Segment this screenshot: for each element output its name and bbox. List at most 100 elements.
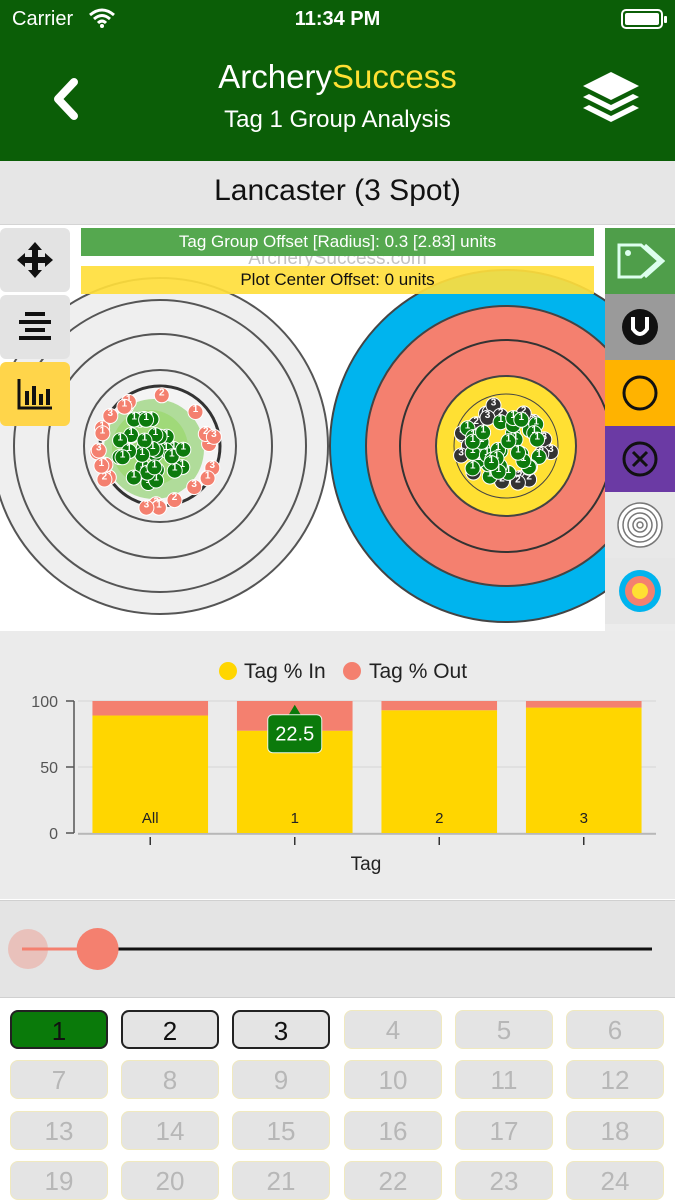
svg-text:1: 1 (534, 432, 540, 443)
svg-text:3: 3 (458, 448, 464, 459)
svg-text:1: 1 (152, 459, 158, 470)
tag-button-9[interactable]: 9 (232, 1060, 330, 1099)
tag-button-13[interactable]: 13 (10, 1111, 108, 1150)
move-icon (17, 242, 53, 278)
slider-track[interactable] (0, 901, 675, 999)
svg-text:3: 3 (96, 443, 102, 454)
app-title: ArcherySuccess (0, 58, 675, 96)
x-circle-icon (622, 441, 658, 477)
slider-thumb[interactable] (76, 928, 119, 970)
x-axis-title: Tag (351, 854, 382, 875)
arrow-marker: 2 (166, 492, 183, 509)
tag-button-4[interactable]: 4 (344, 1010, 442, 1049)
navigation-bar: ArcherySuccess Tag 1 Group Analysis (0, 38, 675, 161)
color-target-icon (619, 570, 661, 612)
tag-button-8[interactable]: 8 (121, 1060, 219, 1099)
app-title-accent: Success (331, 58, 457, 95)
align-button[interactable] (0, 295, 70, 359)
svg-text:3: 3 (211, 429, 217, 440)
arrow-marker: 1 (134, 446, 151, 463)
page-subtitle: Tag 1 Group Analysis (224, 106, 451, 133)
svg-text:1: 1 (193, 404, 199, 415)
u-filter-button[interactable] (605, 294, 675, 360)
chart-legend: Tag % In Tag % Out (219, 660, 467, 683)
svg-text:1: 1 (120, 449, 126, 460)
white-face-button[interactable] (605, 492, 675, 558)
tag-button-16[interactable]: 16 (344, 1111, 442, 1150)
color-face-button[interactable] (605, 558, 675, 624)
tag-button-14[interactable]: 14 (121, 1111, 219, 1150)
svg-text:1: 1 (536, 449, 542, 460)
tag-button-11[interactable]: 11 (455, 1060, 553, 1099)
tag-button-3[interactable]: 3 (232, 1010, 330, 1049)
tag-button-7[interactable]: 7 (10, 1060, 108, 1099)
arrow-marker: 1 (166, 462, 183, 479)
bar-out-segment[interactable] (525, 701, 642, 708)
svg-text:1: 1 (122, 399, 128, 410)
y-tick-label: 0 (49, 826, 58, 843)
app-title-prefix: Archery (218, 58, 332, 95)
svg-text:1: 1 (128, 427, 134, 438)
tag-button-15[interactable]: 15 (232, 1111, 330, 1150)
move-button[interactable] (0, 228, 70, 292)
circle-filter-button[interactable] (605, 360, 675, 426)
u-circle-icon (622, 309, 658, 345)
svg-text:1: 1 (205, 470, 211, 481)
tag-button-20[interactable]: 20 (121, 1161, 219, 1200)
tag-icon (617, 243, 665, 279)
tag-button-24[interactable]: 24 (566, 1161, 664, 1200)
svg-text:1: 1 (515, 445, 521, 456)
arrow-marker: 1 (464, 460, 481, 477)
clock: 11:34 PM (294, 8, 381, 30)
arrow-marker: 2 (96, 471, 113, 488)
svg-text:2: 2 (515, 475, 521, 486)
distance-slider[interactable] (0, 900, 675, 998)
arrow-marker: 3 (102, 408, 119, 424)
tag-button-19[interactable]: 19 (10, 1161, 108, 1200)
svg-text:1: 1 (99, 458, 105, 469)
layers-icon[interactable] (581, 68, 641, 128)
arrow-marker: 1 (116, 398, 133, 415)
arrow-marker: 3 (186, 479, 203, 496)
svg-text:1: 1 (131, 412, 137, 423)
svg-text:1: 1 (156, 500, 162, 511)
legend-label-out: Tag % Out (369, 660, 467, 683)
bar-out-segment[interactable] (381, 701, 498, 711)
tag-button-17[interactable]: 17 (455, 1111, 553, 1150)
tag-button-5[interactable]: 5 (455, 1010, 553, 1049)
x-filter-button[interactable] (605, 426, 675, 492)
target-plot-area[interactable]: 1223211332111211311223113311111111111111… (0, 226, 675, 630)
svg-text:1: 1 (153, 427, 159, 438)
tag-button-23[interactable]: 23 (455, 1161, 553, 1200)
svg-text:1: 1 (100, 425, 106, 436)
arrow-marker: 1 (125, 469, 142, 486)
tag-button-21[interactable]: 21 (232, 1161, 330, 1200)
bar-chart-button[interactable] (0, 362, 70, 426)
svg-text:1: 1 (470, 434, 476, 445)
tag-button-12[interactable]: 12 (566, 1060, 664, 1099)
arrow-marker: 3 (205, 428, 222, 445)
tag-button-2[interactable]: 2 (121, 1010, 219, 1049)
svg-text:3: 3 (485, 410, 491, 421)
tag-button-22[interactable]: 22 (344, 1161, 442, 1200)
bar-out-segment[interactable] (92, 701, 209, 716)
arrow-marker: 1 (483, 455, 500, 472)
legend-swatch-out (343, 662, 361, 680)
legend-swatch-in (219, 662, 237, 680)
tag-button-6[interactable]: 6 (566, 1010, 664, 1049)
svg-text:1: 1 (139, 447, 145, 458)
legend-label-in: Tag % In (244, 660, 326, 683)
y-tick-label: 50 (40, 760, 58, 777)
arrow-marker: 1 (138, 411, 155, 428)
tag-button-18[interactable]: 18 (566, 1111, 664, 1150)
round-heading: Lancaster (3 Spot) (0, 161, 675, 225)
arrow-marker: 1 (175, 441, 192, 458)
svg-text:1: 1 (480, 425, 486, 436)
svg-text:1: 1 (470, 460, 476, 471)
circle-icon (622, 375, 658, 411)
align-icon (19, 312, 51, 340)
arrow-marker: 1 (513, 411, 530, 428)
tag-button-10[interactable]: 10 (344, 1060, 442, 1099)
tag-button-1[interactable]: 1 (10, 1010, 108, 1049)
tag-button[interactable] (605, 228, 675, 294)
